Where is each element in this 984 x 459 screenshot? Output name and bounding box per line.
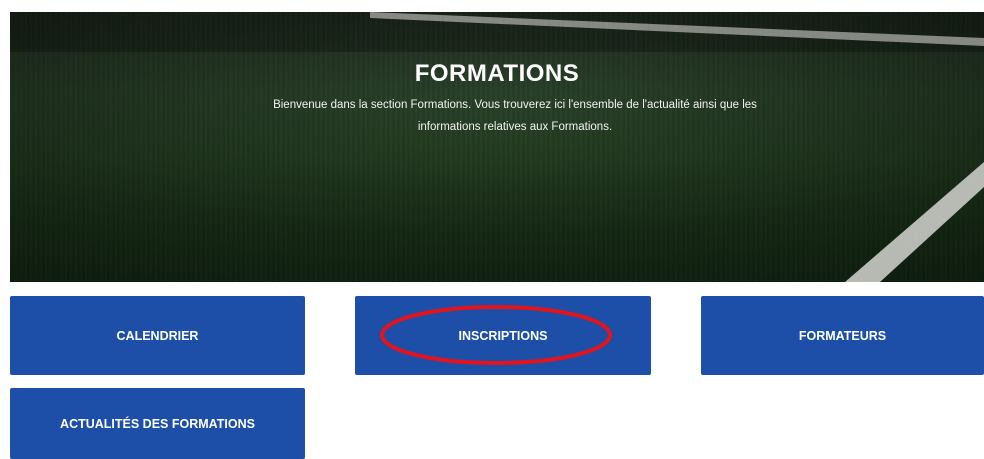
inscriptions-button[interactable]: INSCRIPTIONS	[355, 296, 651, 375]
hero-banner: FORMATIONS Bienvenue dans la section For…	[10, 12, 984, 282]
page: FORMATIONS Bienvenue dans la section For…	[0, 0, 984, 459]
page-subtitle: Bienvenue dans la section Formations. Vo…	[150, 94, 880, 138]
actualites-des-formations-button[interactable]: ACTUALITÉS DES FORMATIONS	[10, 388, 305, 459]
page-title: FORMATIONS	[414, 60, 580, 87]
subtitle-line-1: Bienvenue dans la section Formations. Vo…	[273, 99, 757, 111]
calendrier-button[interactable]: CALENDRIER	[10, 296, 305, 375]
football-pitch-image	[10, 12, 984, 282]
formateurs-button[interactable]: FORMATEURS	[701, 296, 984, 375]
subtitle-line-2: informations relatives aux Formations.	[417, 121, 613, 133]
